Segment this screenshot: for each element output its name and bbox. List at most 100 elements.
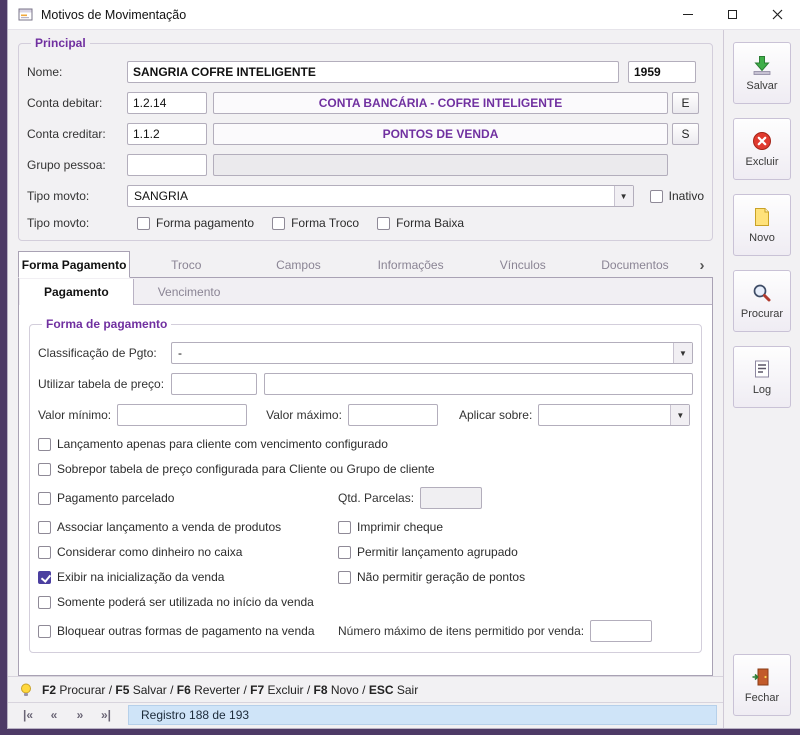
- checkbox-forma-pagamento[interactable]: Forma pagamento: [137, 216, 254, 230]
- tabela-preco-label: Utilizar tabela de preço:: [38, 377, 165, 391]
- grupo-pessoa-input[interactable]: [127, 154, 207, 176]
- forma-pagamento-legend: Forma de pagamento: [46, 317, 168, 331]
- forma-baixa-label: Forma Baixa: [396, 216, 465, 230]
- save-icon: [751, 54, 773, 76]
- tabela-preco-desc-input[interactable]: [264, 373, 693, 395]
- close-form-button-label: Fechar: [744, 692, 780, 704]
- checkbox-box: [38, 462, 51, 476]
- minimize-icon: [682, 14, 693, 15]
- checkbox-lancamento-agrupado[interactable]: Permitir lançamento agrupado: [338, 545, 518, 559]
- check-label: Permitir lançamento agrupado: [357, 545, 518, 559]
- title-bar: Motivos de Movimentação: [8, 0, 800, 30]
- checkbox-box: [38, 545, 51, 559]
- conta-debitar-row: Conta debitar: CONTA BANCÁRIA - COFRE IN…: [27, 92, 704, 114]
- checkbox-box: [338, 520, 351, 534]
- save-button[interactable]: Salvar: [733, 42, 791, 104]
- app-icon: [18, 7, 33, 22]
- conta-debitar-e-button[interactable]: E: [672, 92, 699, 114]
- checkbox-dinheiro-caixa[interactable]: Considerar como dinheiro no caixa: [38, 545, 338, 559]
- check-label: Pagamento parcelado: [57, 491, 175, 505]
- tab-vinculos[interactable]: Vínculos: [467, 251, 579, 278]
- classificacao-row: Classificação de Pgto: - ▼: [38, 342, 693, 364]
- checkbox-imprimir-cheque[interactable]: Imprimir cheque: [338, 520, 443, 534]
- checkbox-box: [38, 437, 51, 451]
- classificacao-combobox[interactable]: - ▼: [171, 342, 693, 364]
- valor-minimo-input[interactable]: [117, 404, 248, 426]
- status-bar: F2 Procurar / F5 Salvar / F6 Reverter / …: [8, 676, 723, 702]
- tab-informacoes[interactable]: Informações: [355, 251, 467, 278]
- new-button[interactable]: Novo: [733, 194, 791, 256]
- inativo-label: Inativo: [668, 189, 704, 203]
- dialog-window: Motivos de Movimentação Principal Nome:: [8, 0, 800, 728]
- nome-input[interactable]: [127, 61, 619, 83]
- nav-last-button[interactable]: »|: [94, 705, 118, 725]
- checkbox-associar-venda[interactable]: Associar lançamento a venda de produtos: [38, 520, 338, 534]
- check-label: Exibir na inicialização da venda: [57, 570, 225, 584]
- conta-creditar-s-button[interactable]: S: [672, 123, 699, 145]
- num-max-itens-input[interactable]: [590, 620, 653, 642]
- checkbox-box: [377, 216, 391, 230]
- forma-pagamento-label: Forma pagamento: [156, 216, 255, 230]
- tab-page: Pagamento Vencimento Forma de pagamento …: [18, 277, 713, 676]
- tabela-preco-row: Utilizar tabela de preço:: [38, 373, 693, 395]
- minimize-button[interactable]: [665, 0, 710, 29]
- tab-forma-pagamento[interactable]: Forma Pagamento: [18, 251, 131, 278]
- conta-creditar-desc: PONTOS DE VENDA: [213, 123, 668, 145]
- valor-maximo-input[interactable]: [347, 404, 438, 426]
- main-tabstrip: Forma Pagamento Troco Campos Informações…: [18, 251, 713, 278]
- tab-campos[interactable]: Campos: [242, 251, 354, 278]
- nav-first-button[interactable]: |«: [16, 705, 40, 725]
- close-button[interactable]: [755, 0, 800, 29]
- aplicar-sobre-label: Aplicar sobre:: [458, 408, 533, 422]
- checkbox-bloquear-outras[interactable]: Bloquear outras formas de pagamento na v…: [38, 624, 338, 638]
- checkbox-pagamento-parcelado[interactable]: Pagamento parcelado: [38, 491, 338, 505]
- tabela-preco-codigo-input[interactable]: [171, 373, 257, 395]
- pagamento-page: Forma de pagamento Classificação de Pgto…: [19, 305, 712, 675]
- new-button-label: Novo: [749, 232, 775, 244]
- conta-debitar-input[interactable]: [127, 92, 207, 114]
- forma-pagamento-groupbox: Forma de pagamento Classificação de Pgto…: [29, 317, 702, 653]
- subtab-pagamento[interactable]: Pagamento: [19, 279, 134, 305]
- checkbox-lancamento-vencimento[interactable]: Lançamento apenas para cliente com venci…: [38, 437, 388, 451]
- checkbox-somente-inicio[interactable]: Somente poderá ser utilizada no início d…: [38, 595, 314, 609]
- tab-troco[interactable]: Troco: [130, 251, 242, 278]
- checkbox-box: [38, 570, 51, 584]
- codigo-input[interactable]: [628, 61, 696, 83]
- classificacao-value: -: [178, 346, 182, 360]
- tab-documentos[interactable]: Documentos: [579, 251, 691, 278]
- qtd-parcelas-input[interactable]: [420, 487, 483, 509]
- nav-previous-button[interactable]: «: [42, 705, 66, 725]
- checkbox-nao-gerar-pontos[interactable]: Não permitir geração de pontos: [338, 570, 525, 584]
- checkbox-sobrepor-tabela[interactable]: Sobrepor tabela de preço configurada par…: [38, 462, 435, 476]
- search-button[interactable]: Procurar: [733, 270, 791, 332]
- delete-button[interactable]: Excluir: [733, 118, 791, 180]
- maximize-icon: [728, 10, 737, 19]
- checkbox-inativo[interactable]: Inativo: [649, 189, 704, 203]
- check-row: Somente poderá ser utilizada no início d…: [38, 595, 693, 609]
- check-label: Considerar como dinheiro no caixa: [57, 545, 243, 559]
- maximize-button[interactable]: [710, 0, 755, 29]
- lightbulb-icon: [18, 682, 34, 698]
- checkbox-forma-baixa[interactable]: Forma Baixa: [377, 216, 464, 230]
- log-button[interactable]: Log: [733, 346, 791, 408]
- subtab-vencimento[interactable]: Vencimento: [134, 279, 245, 304]
- aplicar-sobre-combobox[interactable]: ▼: [538, 404, 691, 426]
- tab-scroll-right-icon[interactable]: ›: [691, 257, 713, 278]
- close-form-button[interactable]: Fechar: [733, 654, 791, 716]
- tipo-movto-combobox[interactable]: SANGRIA ▼: [127, 185, 634, 207]
- conta-creditar-input[interactable]: [127, 123, 207, 145]
- close-icon: [772, 9, 783, 20]
- check-row: Exibir na inicialização da venda Não per…: [38, 570, 693, 584]
- forma-troco-label: Forma Troco: [291, 216, 360, 230]
- record-navigator: |« « » »| Registro 188 de 193: [8, 702, 723, 728]
- checkbox-forma-troco[interactable]: Forma Troco: [272, 216, 359, 230]
- check-row: Considerar como dinheiro no caixa Permit…: [38, 545, 693, 559]
- check-label: Imprimir cheque: [357, 520, 444, 534]
- checkbox-box: [38, 491, 51, 505]
- checkbox-exibir-inicializacao[interactable]: Exibir na inicialização da venda: [38, 570, 338, 584]
- log-icon: [751, 358, 773, 380]
- nav-next-button[interactable]: »: [68, 705, 92, 725]
- function-keys-help: F2 Procurar / F5 Salvar / F6 Reverter / …: [42, 682, 419, 697]
- check-row: Pagamento parcelado Qtd. Parcelas:: [38, 487, 693, 509]
- check-row: Bloquear outras formas de pagamento na v…: [38, 620, 693, 642]
